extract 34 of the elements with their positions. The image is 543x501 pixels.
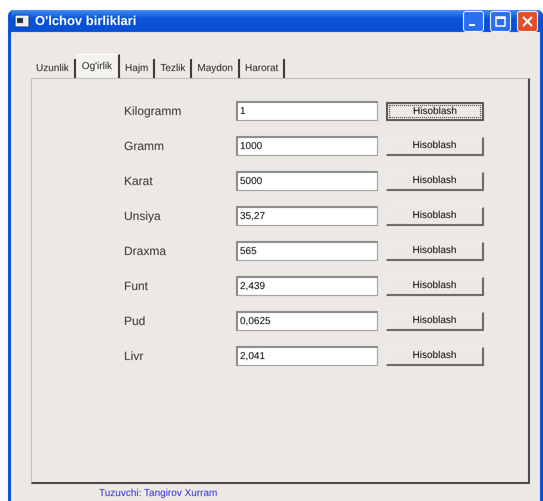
- tab[interactable]: Og'irlik: [76, 54, 120, 78]
- calculate-button[interactable]: Hisoblash: [386, 276, 484, 296]
- value-field[interactable]: 5000: [236, 171, 378, 191]
- unit-label: Karat: [124, 173, 154, 190]
- unit-label: Kilogramm: [124, 103, 182, 120]
- unit-label: Livr: [124, 348, 144, 365]
- maximize-icon: [495, 16, 506, 26]
- value-field[interactable]: 1: [236, 101, 378, 121]
- author-credit: Tuzuvchi: Tangirov Xurram: [99, 487, 218, 501]
- value-field[interactable]: 0,0625: [236, 311, 378, 331]
- maximize-button[interactable]: [490, 10, 511, 32]
- close-button[interactable]: [517, 10, 538, 32]
- window-title: O'lchov birliklari: [35, 12, 138, 30]
- value-field[interactable]: 35,27: [236, 206, 378, 226]
- window-icon: [15, 15, 29, 27]
- calculate-button[interactable]: Hisoblash: [386, 136, 484, 156]
- calculate-button[interactable]: Hisoblash: [386, 242, 484, 260]
- calculate-button[interactable]: Hisoblash: [386, 102, 484, 120]
- unit-label: Pud: [124, 313, 146, 330]
- minimize-icon: [468, 24, 474, 26]
- value-field[interactable]: 2,439: [236, 276, 378, 296]
- close-icon: [522, 16, 533, 26]
- value-field[interactable]: 1000: [236, 136, 378, 156]
- calculate-button[interactable]: Hisoblash: [386, 172, 484, 190]
- calculate-button[interactable]: Hisoblash: [386, 312, 484, 330]
- unit-label: Unsiya: [124, 208, 162, 225]
- calculate-button[interactable]: Hisoblash: [386, 346, 484, 366]
- unit-label: Draxma: [124, 243, 168, 260]
- calculate-button[interactable]: Hisoblash: [386, 206, 484, 226]
- value-field[interactable]: 2,041: [236, 346, 378, 366]
- unit-label: Funt: [124, 278, 150, 295]
- unit-label: Gramm: [124, 138, 165, 155]
- value-field[interactable]: 565: [236, 241, 378, 261]
- minimize-button[interactable]: [463, 10, 484, 32]
